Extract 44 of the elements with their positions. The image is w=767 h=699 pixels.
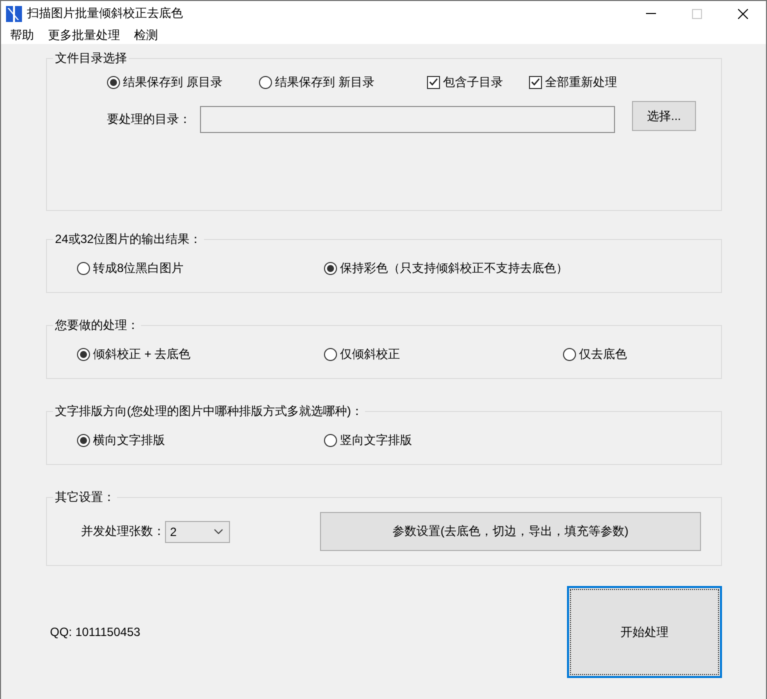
option-label[interactable]: 保持彩色（只支持倾斜校正不支持去底色） bbox=[340, 259, 568, 277]
browse-button[interactable]: 选择... bbox=[632, 101, 696, 131]
radio-button[interactable] bbox=[324, 348, 337, 360]
window-title: 扫描图片批量倾斜校正去底色 bbox=[27, 5, 183, 22]
directory-label: 要处理的目录： bbox=[107, 111, 192, 128]
radio-button[interactable] bbox=[563, 348, 576, 360]
radio-button[interactable] bbox=[107, 76, 120, 88]
close-icon bbox=[738, 8, 748, 18]
minimize-icon bbox=[646, 13, 656, 14]
option-label[interactable]: 仅去底色 bbox=[579, 345, 627, 363]
checkbox[interactable] bbox=[529, 76, 542, 88]
option-label[interactable]: 结果保存到 新目录 bbox=[275, 73, 374, 91]
radio-button[interactable] bbox=[77, 348, 90, 360]
option-label[interactable]: 倾斜校正 + 去底色 bbox=[93, 345, 191, 363]
group-title: 24或32位图片的输出结果： bbox=[54, 231, 203, 247]
qq-text: QQ: 1011150453 bbox=[50, 625, 140, 639]
checkbox[interactable] bbox=[427, 76, 440, 88]
option-label[interactable]: 结果保存到 原目录 bbox=[123, 73, 222, 91]
caret-icon bbox=[214, 529, 223, 534]
menu-item[interactable]: 帮助 bbox=[3, 26, 41, 44]
radio-button[interactable] bbox=[324, 262, 337, 274]
option-label[interactable]: 转成8位黑白图片 bbox=[93, 259, 184, 277]
option-label[interactable]: 横向文字排版 bbox=[93, 431, 165, 449]
menu-item[interactable]: 检测 bbox=[127, 26, 165, 44]
group-title: 文件目录选择 bbox=[54, 50, 128, 66]
radio-button[interactable] bbox=[77, 434, 90, 446]
menu-item[interactable]: 更多批量处理 bbox=[41, 26, 127, 44]
radio-button[interactable] bbox=[77, 262, 90, 274]
group-title: 文字排版方向(您处理的图片中哪种排版方式多就选哪种)： bbox=[54, 403, 364, 419]
directory-field[interactable] bbox=[200, 106, 615, 133]
option-label[interactable]: 仅倾斜校正 bbox=[340, 345, 400, 363]
option-label[interactable]: 包含子目录 bbox=[443, 73, 503, 91]
count-label: 并发处理张数： bbox=[81, 523, 165, 540]
group-title: 其它设置： bbox=[54, 489, 116, 505]
option-label[interactable]: 全部重新处理 bbox=[545, 73, 617, 91]
option-label[interactable]: 竖向文字排版 bbox=[340, 431, 412, 449]
radio-button[interactable] bbox=[324, 434, 337, 446]
radio-button[interactable] bbox=[259, 76, 272, 88]
maximize-icon bbox=[692, 8, 702, 18]
parameters-button[interactable]: 参数设置(去底色，切边，导出，填充等参数) bbox=[320, 512, 701, 551]
start-button[interactable]: 开始处理 bbox=[567, 586, 722, 678]
group-title: 您要做的处理： bbox=[54, 317, 140, 333]
count-dropdown[interactable]: 2 bbox=[165, 520, 230, 542]
app-icon bbox=[6, 6, 22, 22]
